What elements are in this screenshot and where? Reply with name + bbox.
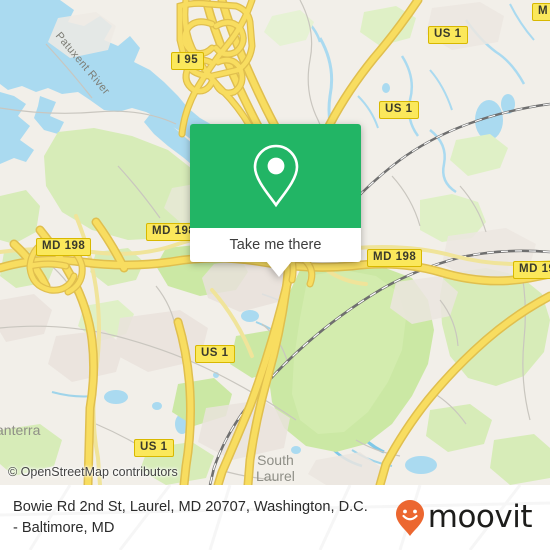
shield-us-1-mid-left: US 1 bbox=[195, 345, 235, 363]
map-pin-icon bbox=[253, 144, 298, 208]
footer-address: Bowie Rd 2nd St, Laurel, MD 20707, Washi… bbox=[13, 497, 395, 539]
shield-i-95: I 95 bbox=[171, 52, 205, 70]
take-me-there-label: Take me there bbox=[229, 237, 322, 253]
screenshot-root: Patuxent River South Laurel anterra I 95… bbox=[0, 0, 550, 550]
shield-md-top-right-clipped: M bbox=[532, 3, 550, 21]
moovit-pin-icon bbox=[395, 499, 424, 536]
shield-md-198-right: MD 198 bbox=[367, 249, 423, 267]
shield-us-1-bottom: US 1 bbox=[134, 439, 174, 457]
shield-md-198-far-right: MD 198 bbox=[513, 261, 550, 279]
popup-pin-panel bbox=[190, 124, 361, 228]
shield-us-1-top: US 1 bbox=[428, 26, 468, 44]
map-attribution[interactable]: © OpenStreetMap contributors bbox=[8, 465, 178, 479]
footer-bar: Bowie Rd 2nd St, Laurel, MD 20707, Washi… bbox=[0, 485, 550, 550]
moovit-brand[interactable]: moovit bbox=[395, 499, 540, 537]
moovit-wordmark: moovit bbox=[427, 499, 533, 535]
shield-us-1-upper-right: US 1 bbox=[379, 101, 419, 119]
footer-address-line-1: Bowie Rd 2nd St, Laurel, MD 20707, Washi… bbox=[13, 498, 368, 515]
popup-tail-pointer bbox=[266, 261, 292, 277]
take-me-there-button[interactable]: Take me there bbox=[190, 228, 361, 262]
shield-md-198-left: MD 198 bbox=[36, 238, 92, 256]
footer-content: Bowie Rd 2nd St, Laurel, MD 20707, Washi… bbox=[0, 485, 550, 550]
footer-address-line-2: - Baltimore, MD bbox=[13, 519, 115, 536]
location-popup-card[interactable]: Take me there bbox=[190, 124, 361, 277]
